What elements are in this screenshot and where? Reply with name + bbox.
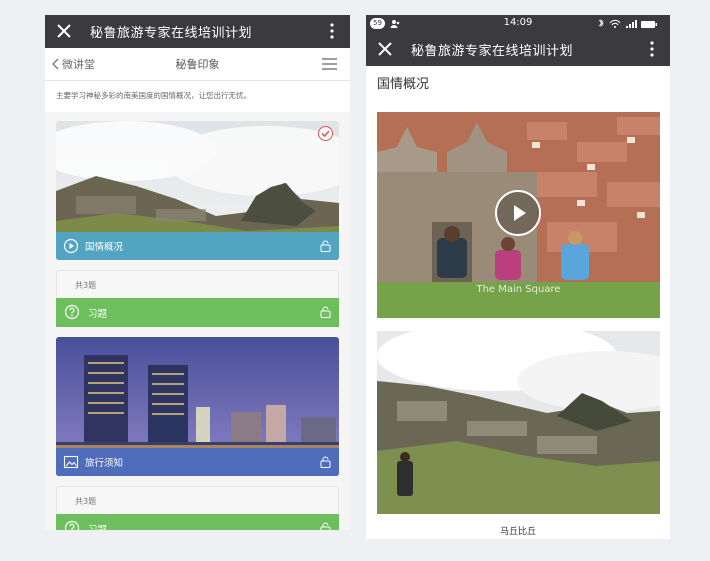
- module-label: 国情概况: [85, 242, 124, 253]
- video-player[interactable]: The Main Square: [377, 112, 660, 318]
- module-label: 旅行须知: [85, 458, 124, 469]
- course-description: 主要学习神秘多彩的南美国度的国情概况，让您出行无忧。: [56, 91, 251, 100]
- close-icon[interactable]: [55, 22, 73, 40]
- image-icon: [63, 455, 79, 469]
- lock-icon: [320, 306, 331, 318]
- title-bar: 秘鲁旅游专家在线培训计划: [45, 15, 350, 48]
- quiz-count: 共3题: [75, 281, 97, 290]
- lock-icon: [320, 522, 331, 530]
- more-icon[interactable]: [330, 22, 334, 40]
- quiz-count-row: 共3题: [56, 486, 339, 514]
- quiz-count: 共3题: [75, 497, 97, 506]
- menu-icon[interactable]: [322, 58, 337, 70]
- completed-check-icon: [318, 126, 333, 141]
- play-circle-icon: [63, 238, 79, 254]
- window-title: 秘鲁旅游专家在线培训计划: [411, 44, 574, 59]
- more-icon[interactable]: [650, 40, 654, 58]
- status-icons: [598, 19, 657, 28]
- module-banner: 旅行须知: [56, 448, 339, 476]
- page-title: 秘鲁印象: [175, 58, 220, 71]
- nav-bar: 微讲堂 秘鲁印象: [45, 48, 350, 81]
- play-button[interactable]: [495, 190, 541, 236]
- left-phone-screen: 秘鲁旅游专家在线培训计划 微讲堂 秘鲁印象 主要学习神秘多彩的南美国度的国情概况…: [45, 15, 350, 530]
- right-phone-screen: 59 14:09 秘鲁旅游专家在线培训计划 国情概况 The Main Squa…: [366, 15, 670, 539]
- module-banner: 国情概况: [56, 232, 339, 260]
- quiz-label: 习题: [88, 309, 108, 320]
- quiz-count-row: 共3题: [56, 270, 339, 298]
- quiz-button[interactable]: 习题: [56, 514, 339, 530]
- module-card-travel-notes[interactable]: 旅行须知: [56, 337, 339, 476]
- section-title: 国情概况: [377, 77, 430, 92]
- question-circle-icon: [64, 304, 80, 320]
- quiz-button[interactable]: 习题: [56, 298, 339, 327]
- question-circle-icon: [64, 520, 80, 530]
- window-title: 秘鲁旅游专家在线培训计划: [90, 26, 253, 41]
- lock-icon: [320, 240, 331, 252]
- machu-picchu-photo: [377, 331, 660, 514]
- photo-caption: 马丘比丘: [499, 527, 536, 537]
- close-icon[interactable]: [376, 40, 394, 58]
- module-card-country-overview[interactable]: 国情概况: [56, 121, 339, 260]
- quiz-label: 习题: [88, 522, 107, 530]
- title-bar: 秘鲁旅游专家在线培训计划: [366, 33, 670, 66]
- lock-icon: [320, 456, 331, 468]
- play-icon: [514, 205, 526, 221]
- video-caption: The Main Square: [476, 284, 561, 295]
- status-bar: 59 14:09: [366, 15, 670, 33]
